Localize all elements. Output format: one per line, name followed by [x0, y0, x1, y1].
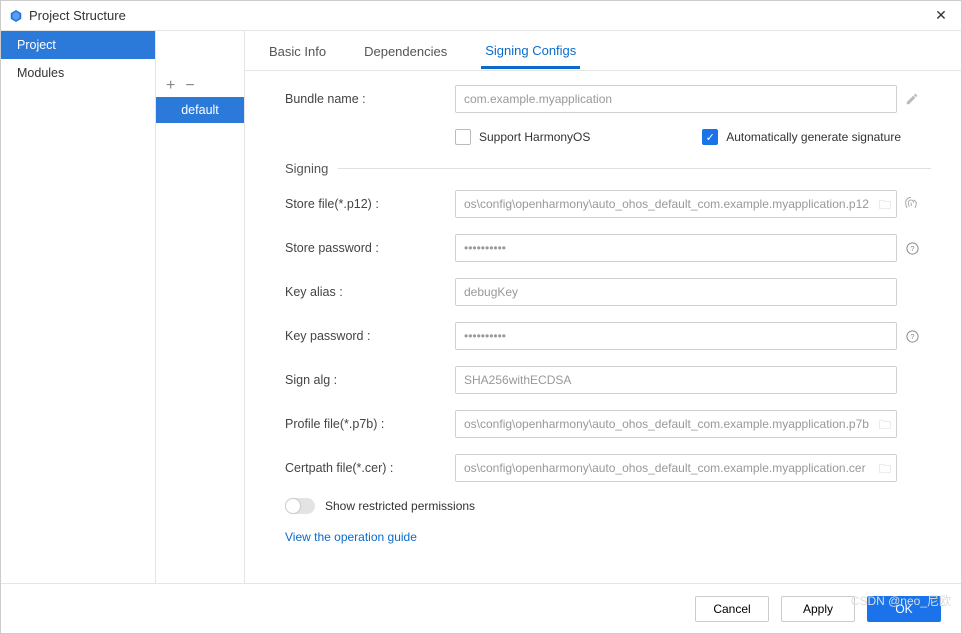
store-password-label: Store password :	[285, 241, 455, 255]
dialog-footer: Cancel Apply OK	[1, 583, 961, 633]
signing-section-title: Signing	[285, 161, 328, 176]
remove-config-icon[interactable]: −	[185, 79, 194, 93]
browse-folder-icon[interactable]: 🗀	[879, 196, 891, 217]
browse-folder-icon[interactable]: 🗀	[879, 460, 891, 481]
sign-alg-input[interactable]	[455, 366, 897, 394]
checkbox-icon	[455, 129, 471, 145]
svg-text:?: ?	[910, 332, 914, 341]
add-config-icon[interactable]: +	[166, 79, 175, 93]
help-icon[interactable]: ?	[905, 329, 931, 344]
config-list-panel: + − default	[156, 31, 245, 583]
key-alias-input[interactable]	[455, 278, 897, 306]
cancel-button[interactable]: Cancel	[695, 596, 769, 622]
signing-section-header: Signing	[285, 161, 931, 176]
divider	[338, 168, 931, 169]
window-title: Project Structure	[29, 8, 929, 23]
key-password-input[interactable]	[455, 322, 897, 350]
tab-bar: Basic Info Dependencies Signing Configs	[245, 31, 961, 71]
config-item-default[interactable]: default	[156, 97, 244, 123]
apply-button[interactable]: Apply	[781, 596, 855, 622]
certpath-file-input[interactable]	[455, 454, 897, 482]
ok-button[interactable]: OK	[867, 596, 941, 622]
support-harmonyos-checkbox[interactable]: Support HarmonyOS	[455, 129, 590, 145]
tab-signing-configs[interactable]: Signing Configs	[481, 33, 580, 69]
show-restricted-permissions-label: Show restricted permissions	[325, 499, 475, 513]
svg-text:?: ?	[910, 244, 914, 253]
help-icon[interactable]: ?	[905, 241, 931, 256]
auto-generate-signature-checkbox[interactable]: ✓ Automatically generate signature	[702, 129, 901, 145]
browse-folder-icon[interactable]: 🗀	[879, 416, 891, 437]
left-sidebar: Project Modules	[1, 31, 156, 583]
store-file-label: Store file(*.p12) :	[285, 197, 455, 211]
form-content: Bundle name : Support HarmonyOS ✓ Automa…	[245, 71, 961, 583]
auto-generate-signature-label: Automatically generate signature	[726, 130, 901, 144]
key-alias-label: Key alias :	[285, 285, 455, 299]
support-harmonyos-label: Support HarmonyOS	[479, 130, 590, 144]
app-logo-icon	[9, 9, 23, 23]
profile-file-label: Profile file(*.p7b) :	[285, 417, 455, 431]
tab-dependencies[interactable]: Dependencies	[360, 34, 451, 68]
edit-bundle-icon[interactable]	[905, 92, 931, 106]
sidebar-item-project[interactable]: Project	[1, 31, 155, 59]
store-password-input[interactable]	[455, 234, 897, 262]
bundle-name-input[interactable]	[455, 85, 897, 113]
main-panel: Basic Info Dependencies Signing Configs …	[245, 31, 961, 583]
sidebar-item-modules[interactable]: Modules	[1, 59, 155, 87]
operation-guide-link[interactable]: View the operation guide	[285, 530, 417, 544]
profile-file-input[interactable]	[455, 410, 897, 438]
config-list-toolbar: + −	[156, 71, 244, 97]
key-password-label: Key password :	[285, 329, 455, 343]
show-restricted-permissions-toggle[interactable]	[285, 498, 315, 514]
title-bar: Project Structure ✕	[1, 1, 961, 31]
bundle-name-label: Bundle name :	[285, 92, 455, 106]
tab-basic-info[interactable]: Basic Info	[265, 34, 330, 68]
close-icon[interactable]: ✕	[929, 7, 953, 24]
checkbox-checked-icon: ✓	[702, 129, 718, 145]
certpath-file-label: Certpath file(*.cer) :	[285, 461, 455, 475]
fingerprint-icon[interactable]	[903, 196, 929, 212]
sign-alg-label: Sign alg :	[285, 373, 455, 387]
store-file-input[interactable]	[455, 190, 897, 218]
